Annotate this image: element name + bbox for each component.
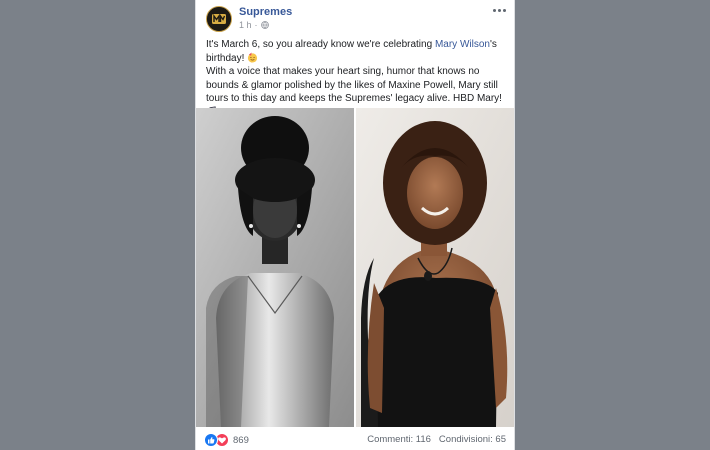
comments-count-link[interactable]: Commenti: 116 [367,434,431,445]
reaction-count: 869 [233,434,249,446]
mention-link-mary-wilson[interactable]: Mary Wilson [435,39,490,50]
more-options-icon-dot [503,9,506,12]
post-time[interactable]: 1 h [239,20,252,30]
more-options-icon-dot [498,9,501,12]
page-avatar[interactable] [206,6,232,32]
page-background: Supremes 1 h · It's March 6, so you alre… [0,0,710,450]
thumbs-up-icon [208,437,215,444]
text-segment: It's March 6, so you already know we're … [206,39,435,50]
party-face-emoji-icon [248,51,258,63]
text-segment: With a voice that makes your heart sing,… [206,66,502,104]
post-footer: 869 Commenti: 116 Condivisioni: 65 [196,427,514,450]
post-text-paragraph-1: It's March 6, so you already know we're … [206,38,508,65]
photo-grid [196,108,514,427]
supremes-logo-icon [207,7,231,31]
more-options-icon [493,9,496,12]
shares-count-link[interactable]: Condivisioni: 65 [439,434,506,445]
more-options-button[interactable] [492,3,508,17]
like-icon [204,433,218,447]
facebook-post: Supremes 1 h · It's March 6, so you alre… [195,0,515,450]
post-header: Supremes 1 h · [196,0,514,36]
engagement-counts: Commenti: 116 Condivisioni: 65 [367,434,506,445]
meta-separator: · [254,20,258,30]
photo-modern-portrait[interactable] [356,108,514,427]
globe-icon [260,21,269,29]
photo-vintage-portrait[interactable] [196,108,354,427]
page-name-link[interactable]: Supremes [239,6,292,18]
post-meta: 1 h · [239,20,269,30]
post-text: It's March 6, so you already know we're … [206,38,508,119]
reactions-summary[interactable]: 869 [204,433,249,447]
vintage-portrait-image [196,108,354,427]
modern-portrait-image [356,108,514,427]
